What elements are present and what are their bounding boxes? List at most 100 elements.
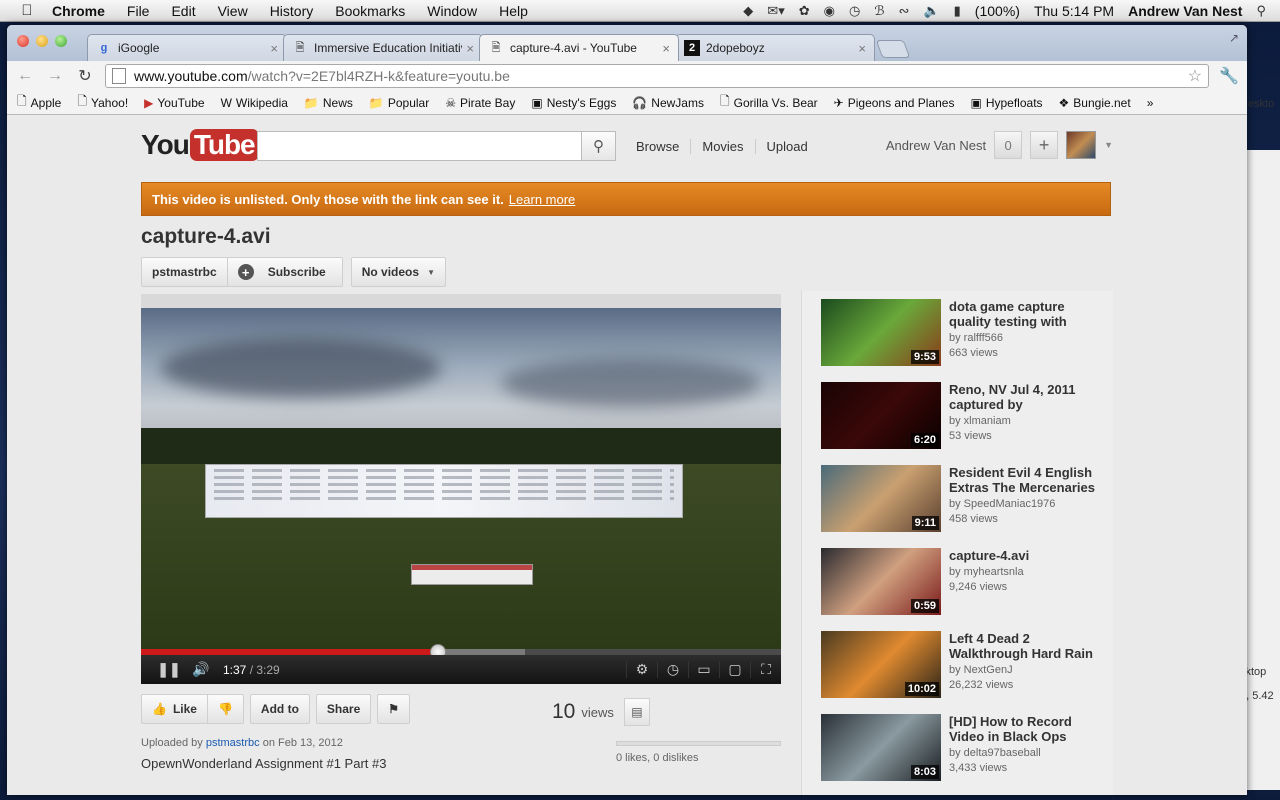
related-video-item[interactable]: 0:59 capture-4.avi by myheartsnla 9,246 vie… (821, 548, 1111, 618)
avatar[interactable] (1066, 131, 1097, 159)
dislike-button[interactable]: 👎 (207, 694, 244, 724)
menu-file[interactable]: File (127, 3, 150, 19)
related-title[interactable]: dota game capture quality testing with (949, 299, 1109, 329)
menu-app-name[interactable]: Chrome (52, 3, 105, 19)
menu-help[interactable]: Help (499, 3, 528, 19)
close-tab-icon[interactable]: × (466, 41, 474, 56)
reload-icon[interactable]: ↻ (75, 66, 95, 86)
bookmark-popular[interactable]: 📁 Popular (369, 96, 429, 110)
watch-later-icon[interactable]: ◷ (657, 661, 688, 678)
related-thumbnail[interactable]: 9:11 (821, 465, 941, 532)
minimize-window-button[interactable] (36, 35, 48, 47)
nav-browse[interactable]: Browse (636, 139, 690, 154)
stats-icon[interactable]: ▤ (623, 698, 650, 726)
learn-more-link[interactable]: Learn more (509, 192, 575, 207)
bookmark-pigeons-and-planes[interactable]: ✈ Pigeons and Planes (834, 96, 955, 110)
tab-2dopeboyz[interactable]: 2 2dopeboyz × (675, 34, 875, 61)
fullscreen-icon[interactable]: ↗ (1229, 31, 1239, 45)
wrench-icon[interactable]: 🔧 (1219, 66, 1239, 86)
close-tab-icon[interactable]: × (270, 41, 278, 56)
bookmark-star-icon[interactable]: ☆ (1188, 66, 1202, 86)
add-to-button[interactable]: Add to (249, 694, 310, 724)
related-thumbnail[interactable]: 10:02 (821, 631, 941, 698)
menu-history[interactable]: History (270, 3, 314, 19)
volume-icon[interactable]: 🔈 (923, 3, 939, 19)
related-uploader[interactable]: by NextGenJ (949, 664, 1013, 676)
bookmark-wikipedia[interactable]: W Wikipedia (221, 96, 288, 110)
bookmark-apple[interactable]: 🗋 Apple (17, 92, 61, 113)
time-machine-icon[interactable]: ◷ (849, 3, 860, 19)
bookmark-youtube[interactable]: ▶ YouTube (144, 96, 204, 110)
wifi-icon[interactable]: ∾ (899, 3, 910, 19)
related-video-item[interactable]: 9:53 dota game capture quality testing wi… (821, 299, 1111, 369)
menu-window[interactable]: Window (427, 3, 477, 19)
related-video-item[interactable]: 9:11 Resident Evil 4 English Extras The M… (821, 465, 1111, 535)
tab-igoogle[interactable]: g iGoogle × (87, 34, 287, 61)
spotlight-icon[interactable]: ⚲ (1256, 3, 1266, 19)
pause-icon[interactable]: ❚❚ (153, 661, 185, 678)
menu-edit[interactable]: Edit (171, 3, 195, 19)
battery-icon[interactable]: ▮ (954, 3, 961, 19)
search-button[interactable]: ⚲ (581, 131, 616, 161)
fullscreen-icon[interactable]: ⛶ (750, 661, 781, 678)
no-videos-dropdown[interactable]: No videos ▼ (350, 257, 446, 287)
address-bar[interactable]: www.youtube.com/watch?v=2E7bl4RZH-k&feat… (105, 64, 1210, 88)
bookmark-gorilla-vs-bear[interactable]: 🗋 Gorilla Vs. Bear (720, 92, 818, 113)
volume-icon[interactable]: 🔊 (185, 661, 217, 678)
tab-immersive-education[interactable]: 🗎 Immersive Education Initiativ × (283, 34, 483, 61)
related-uploader[interactable]: by ralfff566 (949, 332, 1003, 344)
uploader-link[interactable]: pstmastrbc (206, 737, 260, 749)
dropbox-icon[interactable]: ◆ (743, 3, 753, 19)
related-title[interactable]: Reno, NV Jul 4, 2011 captured by (949, 382, 1109, 412)
notification-count[interactable]: 0 (994, 131, 1023, 159)
apple-icon[interactable]:  (12, 2, 42, 19)
related-title[interactable]: capture-4.avi (949, 548, 1109, 563)
bookmark-bungie-net[interactable]: ❖ Bungie.net (1059, 96, 1131, 110)
related-uploader[interactable]: by myheartsnla (949, 566, 1024, 578)
nav-movies[interactable]: Movies (690, 139, 754, 154)
tab-youtube-capture[interactable]: 🗎 capture-4.avi - YouTube × (479, 34, 679, 61)
more-bookmarks-icon[interactable]: » (1147, 96, 1154, 110)
zoom-window-button[interactable] (55, 35, 67, 47)
clock[interactable]: Thu 5:14 PM (1034, 3, 1114, 19)
related-title[interactable]: [HD] How to Record Video in Black Ops (949, 714, 1109, 744)
bluetooth-icon[interactable]: ℬ (874, 3, 884, 19)
bookmark-nesty-s-eggs[interactable]: ▣ Nesty's Eggs (531, 96, 616, 110)
small-player-icon[interactable]: ▭ (688, 661, 719, 678)
gear-icon[interactable]: ⚙ (626, 661, 657, 678)
related-thumbnail[interactable]: 8:03 (821, 714, 941, 781)
related-uploader[interactable]: by xlmaniam (949, 415, 1011, 427)
bookmark-hypefloats[interactable]: ▣ Hypefloats (970, 96, 1042, 110)
bookmark-pirate-bay[interactable]: ☠ Pirate Bay (445, 96, 515, 110)
bookmark-news[interactable]: 📁 News (304, 96, 353, 110)
related-uploader[interactable]: by SpeedManiac1976 (949, 498, 1055, 510)
facebook-icon[interactable]: ◉ (824, 3, 835, 19)
add-button[interactable]: + (1030, 131, 1059, 159)
url-text[interactable]: www.youtube.com/watch?v=2E7bl4RZH-k&feat… (134, 68, 510, 84)
battery-percent[interactable]: (100%) (975, 3, 1020, 19)
search-input[interactable] (257, 131, 582, 161)
related-video-item[interactable]: 8:03 [HD] How to Record Video in Black Op… (821, 714, 1111, 784)
youtube-logo[interactable]: You Tube (141, 129, 259, 161)
user-menu[interactable]: Andrew Van Nest (1128, 3, 1242, 19)
related-thumbnail[interactable]: 0:59 (821, 548, 941, 615)
back-arrow-icon[interactable]: ← (15, 67, 35, 85)
menu-view[interactable]: View (218, 3, 248, 19)
mail-icon[interactable]: ✉▾ (767, 3, 784, 19)
related-video-item[interactable]: 10:02 Left 4 Dead 2 Walkthrough Hard Rain… (821, 631, 1111, 701)
menu-bookmarks[interactable]: Bookmarks (335, 3, 405, 19)
video-player[interactable]: ❚❚ 🔊 1:37 / 3:29 ⚙ ◷ ▭ ▢ ⛶ (141, 294, 781, 684)
chevron-down-icon[interactable]: ▼ (1104, 140, 1113, 150)
close-tab-icon[interactable]: × (858, 41, 866, 56)
related-video-item[interactable]: 6:20 Reno, NV Jul 4, 2011 captured by by x… (821, 382, 1111, 452)
related-title[interactable]: Left 4 Dead 2 Walkthrough Hard Rain (949, 631, 1109, 661)
related-thumbnail[interactable]: 6:20 (821, 382, 941, 449)
nav-upload[interactable]: Upload (754, 139, 819, 154)
new-tab-button[interactable] (875, 40, 911, 58)
username[interactable]: Andrew Van Nest (886, 138, 986, 153)
like-button[interactable]: 👍 Like (141, 694, 208, 724)
flag-button[interactable]: ⚑ (377, 694, 411, 724)
subscribe-button[interactable]: + Subscribe (227, 257, 343, 287)
paw-icon[interactable]: ✿ (799, 3, 810, 19)
close-tab-icon[interactable]: × (662, 41, 670, 56)
